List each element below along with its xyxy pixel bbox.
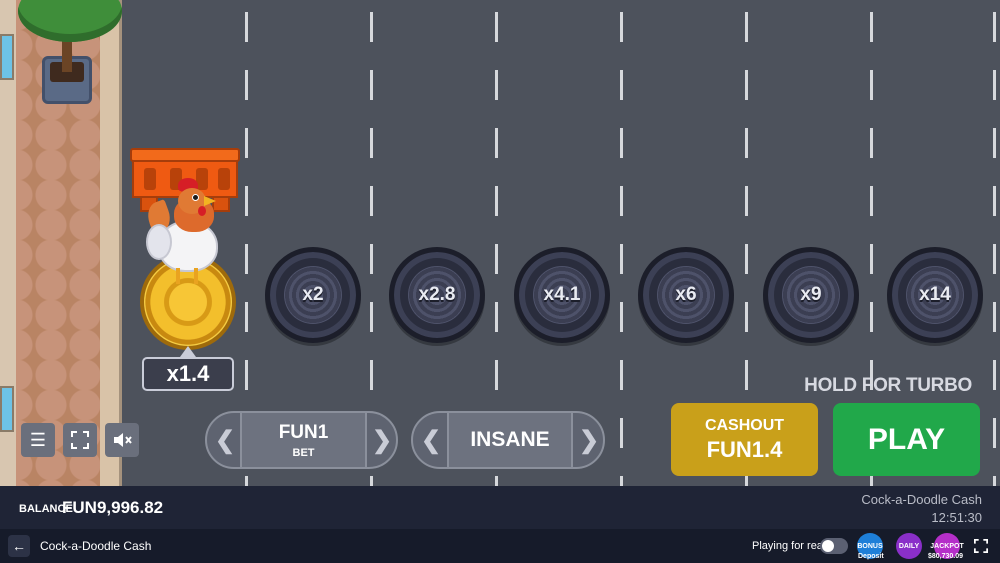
bet-decrease-button[interactable]: ❮ <box>209 413 241 467</box>
manhole-step[interactable]: x4.1 <box>514 247 610 343</box>
difficulty-value: INSANE <box>470 428 550 451</box>
cashout-value: FUN1.4 <box>706 436 783 462</box>
multiplier-pointer <box>180 346 196 357</box>
back-arrow-icon: ← <box>12 538 26 554</box>
manhole-step[interactable]: x9 <box>763 247 859 343</box>
bet-label: BET <box>292 446 315 459</box>
manhole-multiplier: x2 <box>302 284 324 305</box>
lane-divider <box>620 12 623 486</box>
curb <box>100 0 122 486</box>
manhole-multiplier: x4.1 <box>543 284 581 305</box>
difficulty-stepper: ❮ INSANE ❯ <box>411 411 605 469</box>
browser-fullscreen-button[interactable] <box>972 537 990 555</box>
daily-promo-button[interactable]: DAILY <box>896 533 922 559</box>
clock: 12:51:30 <box>931 510 982 525</box>
fullscreen-icon <box>974 539 988 553</box>
fullscreen-icon <box>71 431 89 449</box>
manhole-multiplier: x14 <box>919 284 951 305</box>
difficulty-display: INSANE <box>447 413 573 467</box>
toggle-knob <box>822 540 834 552</box>
chevron-left-icon: ❮ <box>420 426 442 454</box>
chicken-character <box>143 178 226 294</box>
manhole-multiplier: x9 <box>800 284 822 305</box>
bonus-promo-label: BONUS <box>857 542 883 550</box>
manhole-multiplier: x2.8 <box>418 284 456 305</box>
chevron-right-icon: ❯ <box>371 426 393 454</box>
menu-button[interactable]: ☰ <box>21 423 55 457</box>
game-board: x2 x2.8 x4.1 x6 x9 x14 x1.4 ☰ ❮ FUN1 BET <box>0 0 1000 486</box>
cashout-label: CASHOUT <box>704 416 785 434</box>
jackpot-amount: $80,730.09 <box>928 553 964 560</box>
game-name: Cock-a-Doodle Cash <box>861 492 982 507</box>
lane-divider <box>993 12 996 486</box>
manhole-step[interactable]: x2.8 <box>389 247 485 343</box>
play-label: PLAY <box>867 422 946 456</box>
game-window: x2 x2.8 x4.1 x6 x9 x14 x1.4 ☰ ❮ FUN1 BET <box>0 0 1000 563</box>
daily-promo-label: DAILY <box>898 542 920 550</box>
casino-footer: ← Cock-a-Doodle Cash Playing for real BO… <box>0 529 1000 563</box>
mute-icon <box>114 433 132 447</box>
mute-button[interactable] <box>105 423 139 457</box>
footer-game-title: Cock-a-Doodle Cash <box>40 539 152 553</box>
difficulty-decrease-button[interactable]: ❮ <box>415 413 447 467</box>
bonus-promo-caption: Deposit <box>858 553 884 560</box>
chevron-left-icon: ❮ <box>214 426 236 454</box>
chevron-right-icon: ❯ <box>578 426 600 454</box>
manhole-multiplier: x6 <box>675 284 697 305</box>
bet-increase-button[interactable]: ❯ <box>366 413 398 467</box>
current-multiplier-label: x1.4 <box>142 357 234 391</box>
bet-value: FUN1 <box>278 421 329 443</box>
fullscreen-button[interactable] <box>63 423 97 457</box>
manhole-step[interactable]: x2 <box>265 247 361 343</box>
back-button[interactable]: ← <box>8 535 30 557</box>
balance-bar: BALANCE FUN9,996.82 Cock-a-Doodle Cash 1… <box>0 486 1000 529</box>
manhole-step[interactable]: x6 <box>638 247 734 343</box>
building-window <box>0 34 14 80</box>
bet-stepper: ❮ FUN1 BET ❯ <box>205 411 398 469</box>
difficulty-increase-button[interactable]: ❯ <box>573 413 605 467</box>
menu-icon: ☰ <box>29 429 47 450</box>
balance-value: FUN9,996.82 <box>62 498 164 517</box>
manhole-step[interactable]: x14 <box>887 247 983 343</box>
building-window <box>0 386 14 432</box>
cashout-button[interactable]: CASHOUT FUN1.4 <box>671 403 818 476</box>
jackpot-promo-label: JACKPOT <box>930 542 964 550</box>
hold-for-turbo-hint: HOLD FOR TURBO <box>804 375 972 396</box>
playing-for-real-label: Playing for real <box>752 540 826 552</box>
bet-display: FUN1 BET <box>240 413 367 467</box>
play-button[interactable]: PLAY <box>833 403 980 476</box>
